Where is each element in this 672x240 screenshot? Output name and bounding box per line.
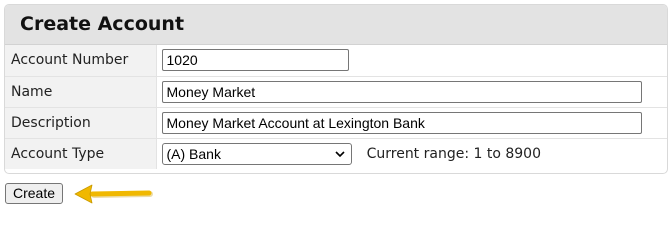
account-type-select[interactable]: (A) Bank (161, 142, 352, 165)
description-input[interactable] (161, 111, 642, 134)
chevron-down-icon (334, 151, 345, 157)
account-type-row: Account Type (A) Bank Current range: 1 t… (5, 138, 667, 169)
account-number-row: Account Number (5, 45, 667, 77)
description-row: Description (5, 107, 667, 139)
account-type-selected-value: (A) Bank (166, 145, 221, 162)
name-label: Name (5, 76, 157, 108)
account-form: Account Number Name Description Account … (5, 45, 667, 169)
panel-title: Create Account (5, 5, 667, 45)
description-label: Description (5, 107, 157, 139)
name-input[interactable] (161, 80, 642, 103)
account-number-input[interactable] (161, 49, 349, 72)
account-type-label: Account Type (5, 138, 157, 169)
create-button[interactable]: Create (5, 183, 64, 204)
name-row: Name (5, 76, 667, 108)
account-range-text: Current range: 1 to 8900 (366, 145, 541, 162)
account-number-label: Account Number (5, 45, 157, 77)
left-arrow-icon (74, 184, 153, 204)
create-account-panel: Create Account Account Number Name Descr… (4, 4, 668, 174)
